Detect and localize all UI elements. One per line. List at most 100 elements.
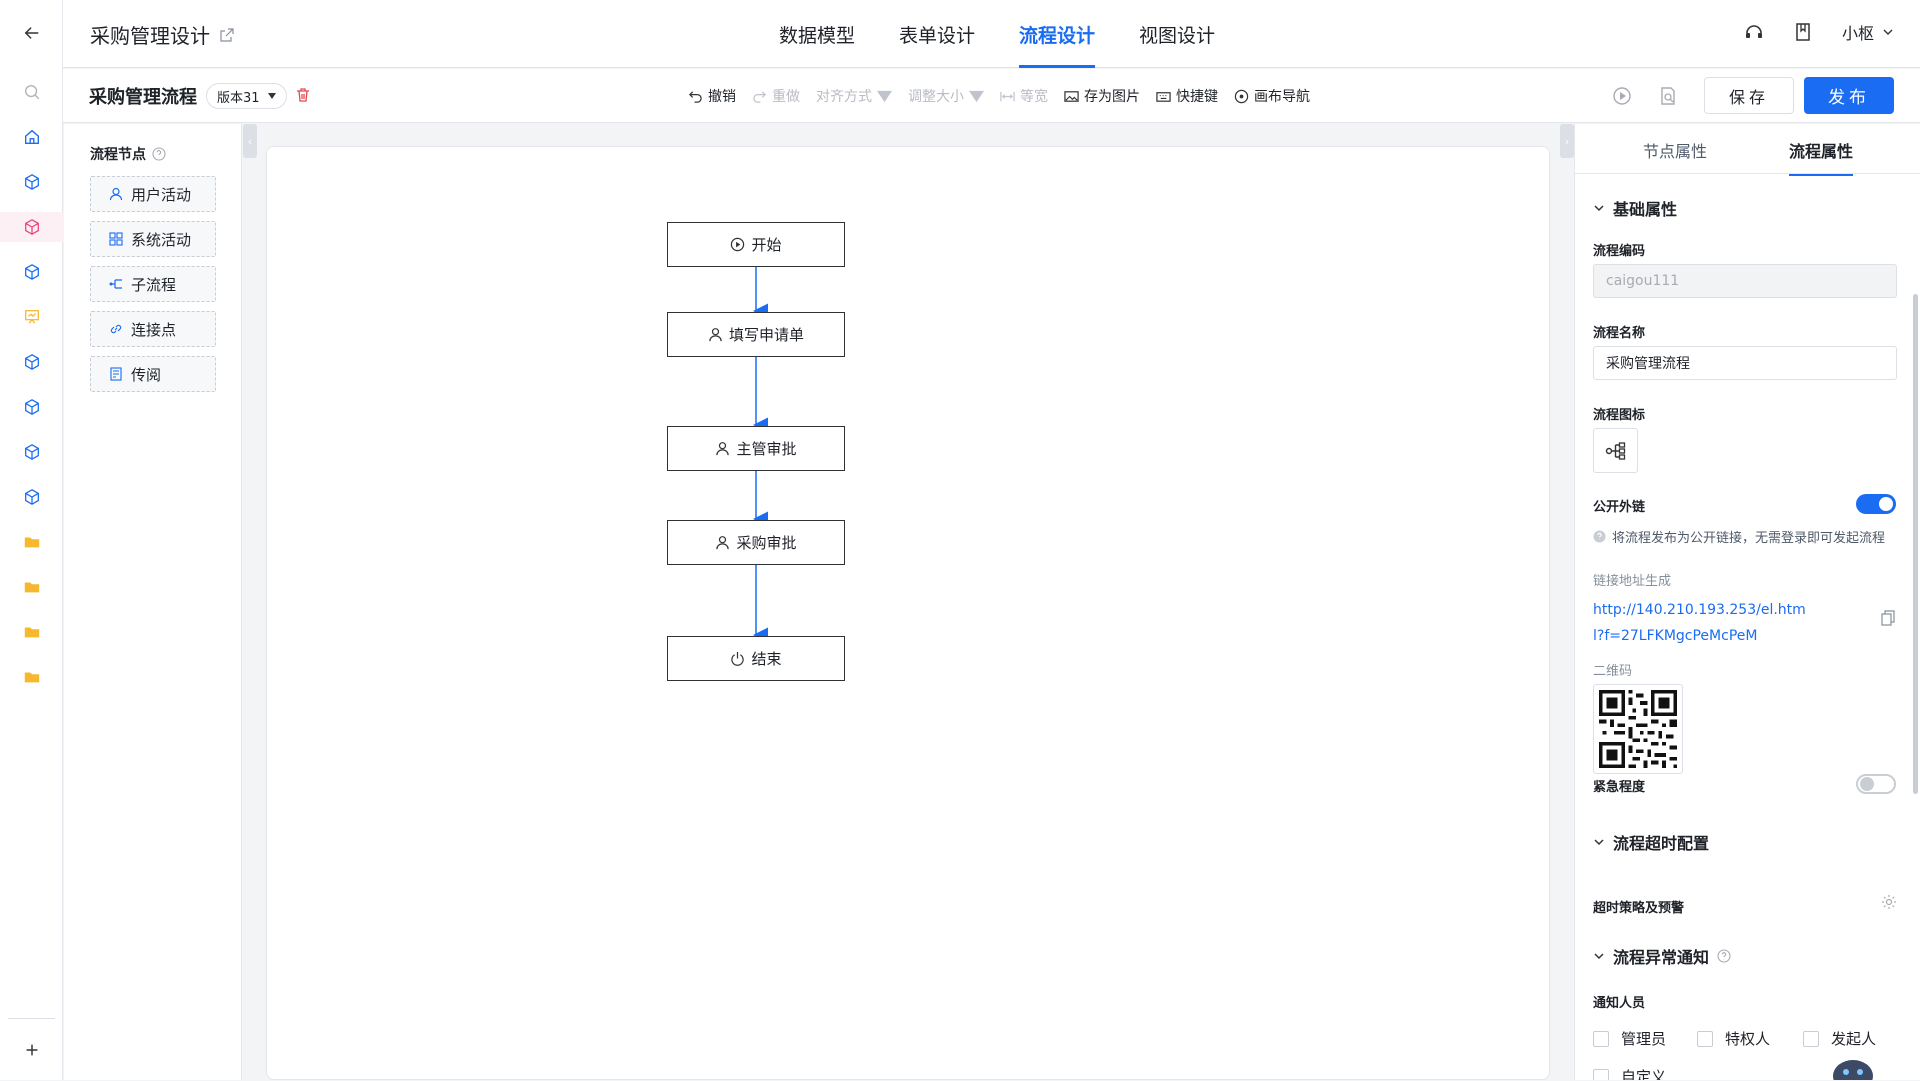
node-system-activity[interactable]: 系统活动 bbox=[90, 221, 216, 257]
presentation-icon[interactable] bbox=[0, 302, 63, 332]
cube-icon[interactable] bbox=[0, 482, 63, 512]
delete-icon[interactable] bbox=[295, 87, 311, 103]
checkbox[interactable] bbox=[1593, 1030, 1609, 1047]
flow-node-end[interactable]: 结束 bbox=[667, 636, 845, 681]
panel-scrollbar[interactable] bbox=[1913, 294, 1918, 794]
tab-view-design[interactable]: 视图设计 bbox=[1139, 0, 1215, 68]
undo-button[interactable]: 撤销 bbox=[688, 86, 736, 106]
save-image-button[interactable]: 存为图片 bbox=[1064, 86, 1140, 106]
cube-icon[interactable] bbox=[0, 347, 63, 377]
user-icon bbox=[716, 536, 730, 550]
back-arrow-icon[interactable] bbox=[0, 18, 63, 48]
folder-icon[interactable] bbox=[0, 527, 63, 557]
code-label: 流程编码 bbox=[1593, 244, 1646, 259]
save-button[interactable]: 保存 bbox=[1704, 77, 1794, 114]
flow-node-label: 填写申请单 bbox=[728, 326, 804, 344]
tab-flow-design[interactable]: 流程设计 bbox=[1019, 0, 1096, 68]
redo-button[interactable]: 重做 bbox=[752, 86, 800, 106]
name-field[interactable]: 采购管理流程 bbox=[1593, 346, 1897, 380]
checkbox[interactable] bbox=[1697, 1030, 1713, 1047]
chevron-down-icon bbox=[1594, 839, 1604, 846]
checkbox[interactable] bbox=[1593, 1068, 1609, 1080]
folder-icon[interactable] bbox=[0, 662, 63, 692]
redo-label: 重做 bbox=[772, 89, 800, 105]
shortcuts-button[interactable]: 快捷键 bbox=[1156, 86, 1218, 106]
link-icon bbox=[110, 324, 122, 334]
section-basic[interactable]: 基础属性 bbox=[1593, 196, 1677, 220]
urgency-toggle[interactable] bbox=[1856, 774, 1896, 794]
flow-canvas[interactable]: 开始 填写申请单 主管审批 采购审批 结束 bbox=[266, 146, 1550, 1080]
headset-icon[interactable] bbox=[1744, 22, 1764, 42]
cube-icon[interactable] bbox=[0, 257, 63, 287]
canvas-nav-button[interactable]: 画布导航 bbox=[1234, 86, 1310, 106]
cube-icon[interactable] bbox=[0, 437, 63, 467]
public-hint-text: 将流程发布为公开链接，无需登录即可发起流程 bbox=[1612, 531, 1886, 546]
help-icon[interactable] bbox=[152, 147, 166, 161]
cube-icon-active[interactable] bbox=[0, 212, 63, 242]
align-label: 对齐方式 bbox=[816, 89, 872, 105]
notify-label: 通知人员 bbox=[1593, 996, 1646, 1011]
folder-icon[interactable] bbox=[0, 572, 63, 602]
main-tabs: 数据模型 表单设计 流程设计 视图设计 bbox=[779, 0, 1259, 68]
notify-option-initiator[interactable]: 发起人 bbox=[1803, 1028, 1876, 1049]
notify-option-privileged[interactable]: 特权人 bbox=[1697, 1028, 1770, 1049]
section-timeout[interactable]: 流程超时配置 bbox=[1593, 830, 1709, 854]
tab-flow-properties[interactable]: 流程属性 bbox=[1789, 138, 1854, 176]
cube-icon[interactable] bbox=[0, 167, 63, 197]
save-image-label: 存为图片 bbox=[1084, 89, 1140, 105]
user-menu[interactable]: 小枢 bbox=[1842, 20, 1894, 44]
search-icon[interactable] bbox=[0, 77, 63, 107]
timeout-policy-label: 超时策略及预警 bbox=[1593, 901, 1685, 916]
plus-icon[interactable] bbox=[0, 1035, 63, 1065]
flow-node-label: 结束 bbox=[751, 650, 782, 668]
qr-code-image bbox=[1599, 690, 1677, 768]
node-connector[interactable]: 连接点 bbox=[90, 311, 216, 347]
notify-option-admin[interactable]: 管理员 bbox=[1593, 1028, 1666, 1049]
undo-icon bbox=[689, 90, 702, 103]
align-dropdown[interactable]: 对齐方式 bbox=[816, 86, 892, 106]
notify-option-custom[interactable]: 自定义 bbox=[1593, 1066, 1666, 1080]
flow-node-manager-approval[interactable]: 主管审批 bbox=[667, 426, 845, 471]
caret-down-icon bbox=[267, 93, 276, 99]
checkbox[interactable] bbox=[1803, 1030, 1819, 1047]
toggle-knob bbox=[1879, 497, 1893, 511]
link-label: 链接地址生成 bbox=[1593, 574, 1672, 589]
undo-label: 撤销 bbox=[708, 89, 736, 105]
folder-icon[interactable] bbox=[0, 617, 63, 647]
public-link[interactable]: http://140.210.193.253/el.html?f=27LFKMg… bbox=[1593, 597, 1813, 649]
section-exception-title: 流程异常通知 bbox=[1613, 948, 1710, 967]
external-link-icon[interactable] bbox=[220, 27, 234, 42]
help-icon[interactable] bbox=[1717, 949, 1731, 963]
help-icon bbox=[1593, 530, 1606, 543]
tab-form-design[interactable]: 表单设计 bbox=[899, 0, 975, 68]
collapse-right-handle[interactable]: › bbox=[1560, 124, 1574, 158]
resize-dropdown[interactable]: 调整大小 bbox=[908, 86, 984, 106]
copy-icon[interactable] bbox=[1881, 610, 1895, 626]
play-circle-icon[interactable] bbox=[1612, 86, 1632, 106]
node-circulate[interactable]: 传阅 bbox=[90, 356, 216, 392]
flow-node-fill-form[interactable]: 填写申请单 bbox=[667, 312, 845, 357]
equal-width-button[interactable]: 等宽 bbox=[1000, 86, 1048, 106]
tab-data-model[interactable]: 数据模型 bbox=[779, 0, 855, 68]
flow-node-start[interactable]: 开始 bbox=[667, 222, 845, 267]
document-search-icon[interactable] bbox=[1658, 86, 1678, 106]
version-select[interactable]: 版本31 bbox=[206, 83, 287, 109]
publish-button[interactable]: 发布 bbox=[1804, 77, 1894, 114]
flow-icon-picker[interactable] bbox=[1593, 428, 1638, 473]
section-exception[interactable]: 流程异常通知 bbox=[1593, 944, 1731, 968]
equal-width-icon bbox=[1000, 91, 1015, 101]
assistant-robot-icon[interactable] bbox=[1831, 1056, 1875, 1080]
home-icon[interactable] bbox=[0, 122, 63, 152]
cube-icon[interactable] bbox=[0, 392, 63, 422]
book-icon[interactable] bbox=[1794, 22, 1812, 42]
caret-down-icon bbox=[969, 90, 984, 102]
node-user-activity[interactable]: 用户活动 bbox=[90, 176, 216, 212]
tab-node-properties[interactable]: 节点属性 bbox=[1643, 138, 1707, 162]
gear-icon[interactable] bbox=[1881, 894, 1897, 910]
flow-node-purchase-approval[interactable]: 采购审批 bbox=[667, 520, 845, 565]
app-title-text: 采购管理设计 bbox=[90, 24, 210, 48]
public-toggle[interactable] bbox=[1856, 494, 1896, 514]
collapse-left-handle[interactable]: ‹ bbox=[243, 124, 257, 158]
toggle-knob bbox=[1860, 777, 1874, 791]
node-subflow[interactable]: 子流程 bbox=[90, 266, 216, 302]
